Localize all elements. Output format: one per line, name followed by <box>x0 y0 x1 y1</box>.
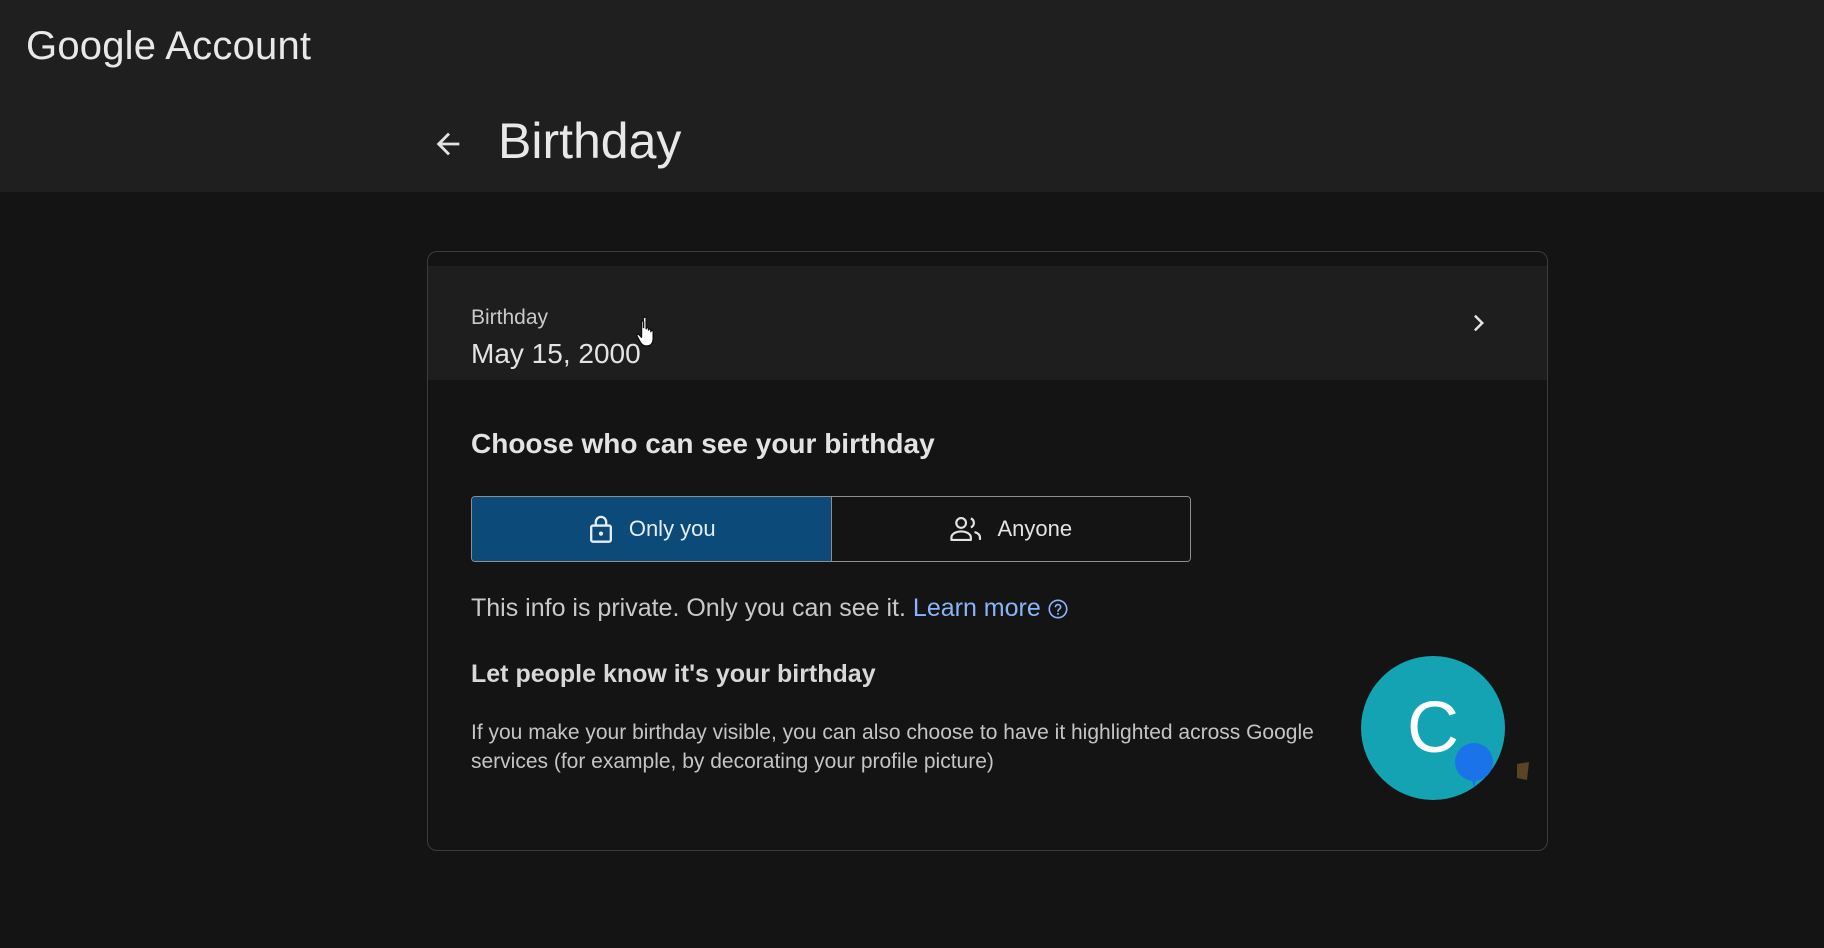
anyone-label: Anyone <box>997 516 1073 541</box>
help-icon[interactable] <box>1047 598 1069 620</box>
privacy-info-text: This info is private. Only you can see i… <box>471 594 906 622</box>
people-icon <box>950 516 982 542</box>
highlight-title: Let people know it's your birthday <box>471 660 876 688</box>
top-app-bar: Google Account Birthday <box>0 0 1824 192</box>
avatar-letter: C <box>1407 688 1459 768</box>
confetti-icon <box>1517 762 1529 780</box>
birthday-label: Birthday <box>471 306 549 329</box>
birthday-avatar-illustration: C <box>1361 656 1531 816</box>
page-title: Birthday <box>498 113 682 169</box>
lock-icon <box>589 515 612 543</box>
highlight-description: If you make your birthday visible, you c… <box>471 721 1314 773</box>
anyone-option[interactable]: Anyone <box>830 497 1190 561</box>
birthday-value: May 15, 2000 <box>471 338 641 369</box>
only-you-label: Only you <box>628 516 716 541</box>
visibility-segmented-control: Only you Anyone <box>471 496 1191 562</box>
only-you-option[interactable]: Only you <box>472 497 831 561</box>
chevron-right-icon <box>1474 314 1484 332</box>
birthday-card: Birthday May 15, 2000 Choose who can see… <box>427 251 1548 851</box>
back-button[interactable] <box>420 116 476 172</box>
learn-more-link[interactable]: Learn more <box>913 594 1041 623</box>
privacy-info: This info is private. Only you can see i… <box>471 594 1069 623</box>
balloon-icon <box>1455 743 1493 788</box>
visibility-title: Choose who can see your birthday <box>471 428 935 459</box>
arrow-back-icon <box>436 132 460 156</box>
google-account-logo[interactable]: Google Account <box>26 24 311 69</box>
birthday-row[interactable]: Birthday May 15, 2000 <box>428 266 1547 380</box>
